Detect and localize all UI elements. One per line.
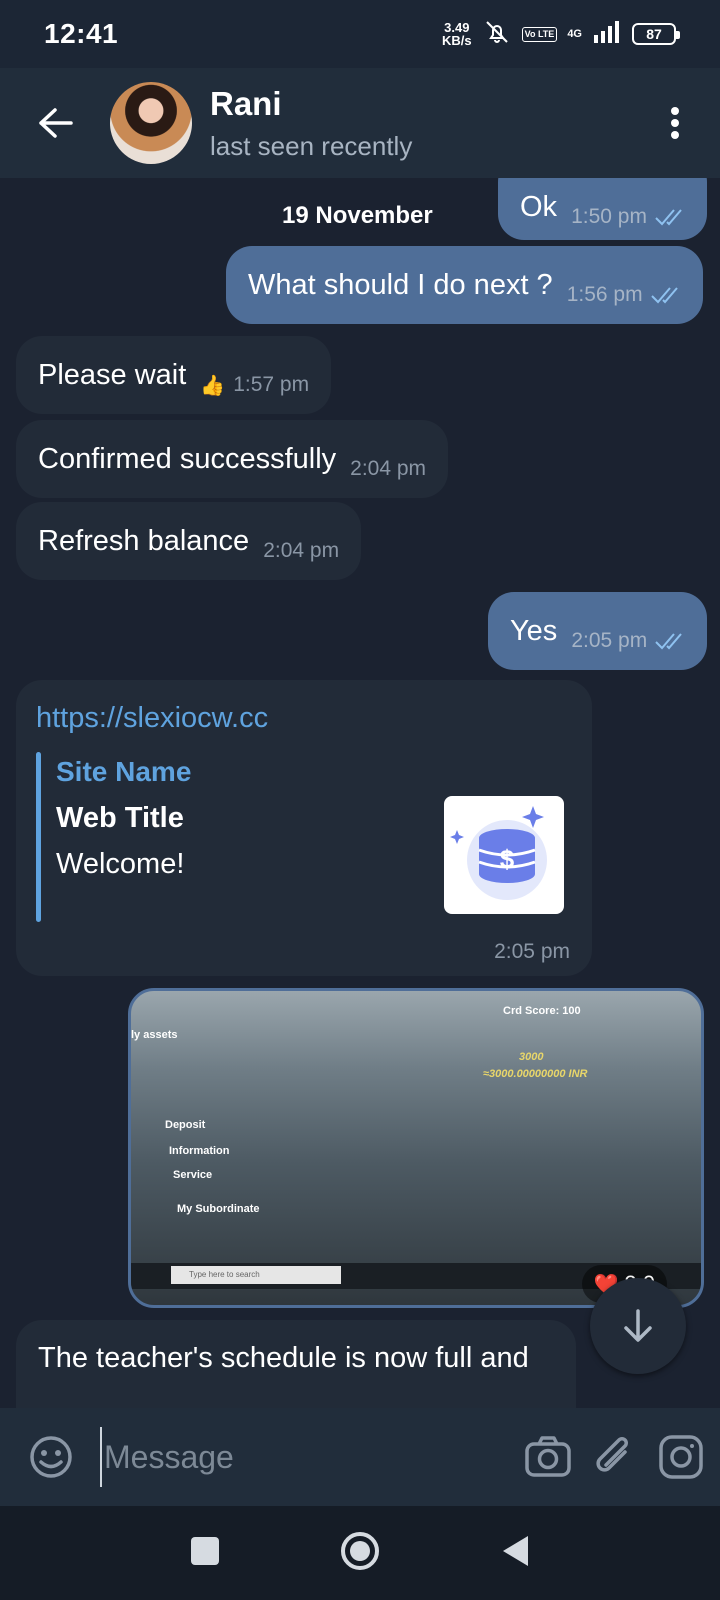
message-time: 1:56 pm bbox=[566, 283, 643, 306]
message-input-bar bbox=[0, 1408, 720, 1506]
message-link[interactable]: https://slexiocw.cc bbox=[36, 702, 268, 735]
reaction-thumbs-up-icon[interactable]: 👍 bbox=[200, 373, 225, 398]
message-text: Refresh balance bbox=[38, 524, 250, 557]
mute-icon bbox=[482, 19, 512, 50]
signal-icon bbox=[592, 20, 622, 48]
recents-button[interactable] bbox=[190, 1536, 220, 1571]
instagram-button[interactable] bbox=[658, 1429, 704, 1485]
message-input[interactable] bbox=[100, 1427, 524, 1487]
message-bubble[interactable]: Confirmed successfully 2:04 pm bbox=[16, 420, 449, 498]
more-vertical-icon bbox=[671, 107, 679, 139]
status-icons: 3.49 KB/s Vo LTE 4G 87 bbox=[442, 19, 680, 50]
read-ticks-icon bbox=[650, 287, 678, 304]
link-preview-message[interactable]: https://slexiocw.cc Site Name Web Title … bbox=[16, 680, 592, 976]
home-button[interactable] bbox=[340, 1531, 380, 1576]
emoji-icon bbox=[30, 1436, 72, 1478]
coin-stack-icon: $ bbox=[450, 806, 547, 900]
message-meta: 1:56 pm bbox=[567, 283, 681, 307]
triangle-back-icon bbox=[503, 1535, 528, 1566]
message-bubble[interactable]: The teacher's schedule is now full and bbox=[16, 1320, 576, 1408]
more-options-button[interactable] bbox=[630, 68, 720, 178]
message-bubble[interactable]: Ok 1:50 pm bbox=[498, 178, 707, 240]
paperclip-icon bbox=[596, 1437, 628, 1472]
message-bubble[interactable]: Please wait 👍 1:57 pm bbox=[16, 336, 332, 414]
system-nav-bar bbox=[0, 1506, 720, 1600]
message-text: What should I do next ? bbox=[248, 268, 553, 301]
message-time: 2:04 pm bbox=[263, 539, 340, 562]
network-type: 4G bbox=[567, 28, 582, 40]
square-icon bbox=[191, 1536, 219, 1565]
arrow-down-icon bbox=[624, 1309, 652, 1342]
instagram-icon bbox=[659, 1435, 703, 1479]
preview-description: Welcome! bbox=[56, 848, 185, 880]
volte-icon: Vo LTE bbox=[521, 26, 558, 42]
message-text: Please wait bbox=[38, 358, 187, 391]
emoji-button[interactable] bbox=[28, 1429, 74, 1485]
message-meta: 2:04 pm bbox=[350, 457, 426, 481]
back-button[interactable] bbox=[0, 68, 110, 178]
arrow-left-icon bbox=[39, 108, 73, 138]
contact-status: last seen recently bbox=[210, 130, 413, 161]
camera-icon bbox=[525, 1436, 571, 1477]
message-time: 1:57 pm bbox=[233, 373, 310, 396]
photo-message[interactable]: Crd Score: 100 ly assets 3000 ≈3000.0000… bbox=[128, 988, 704, 1308]
attach-button[interactable] bbox=[592, 1429, 636, 1485]
message-meta: 2:04 pm bbox=[263, 539, 339, 563]
message-bubble[interactable]: Yes 2:05 pm bbox=[488, 592, 708, 670]
message-bubble[interactable]: What should I do next ? 1:56 pm bbox=[226, 246, 703, 324]
message-time: 2:05 pm bbox=[571, 629, 648, 652]
status-time: 12:41 bbox=[44, 18, 119, 49]
message-meta: 👍 1:57 pm bbox=[200, 373, 309, 398]
read-ticks-icon bbox=[655, 633, 682, 650]
circle-icon bbox=[341, 1531, 379, 1570]
chat-header: Rani last seen recently bbox=[0, 68, 720, 178]
message-time: 2:04 pm bbox=[350, 457, 427, 480]
message-text: Ok bbox=[520, 190, 558, 223]
scroll-to-bottom-button[interactable] bbox=[590, 1278, 686, 1374]
date-separator: 19 November bbox=[282, 202, 433, 229]
message-meta: 1:50 pm bbox=[571, 205, 685, 229]
preview-thumbnail[interactable]: $ bbox=[444, 796, 564, 914]
svg-text:$: $ bbox=[500, 844, 515, 874]
battery-icon: 87 bbox=[632, 23, 680, 45]
message-text: Confirmed successfully bbox=[38, 442, 337, 475]
message-text: The teacher's schedule is now full and bbox=[38, 1342, 529, 1374]
message-time: 2:05 pm bbox=[494, 940, 570, 963]
preview-site-name: Site Name bbox=[56, 756, 192, 787]
chat-area[interactable]: Ok 1:50 pm 19 November What should I do … bbox=[0, 178, 720, 1408]
camera-button[interactable] bbox=[524, 1429, 572, 1485]
message-meta: 2:05 pm bbox=[571, 629, 685, 653]
preview-accent-bar bbox=[36, 752, 41, 922]
back-nav-button[interactable] bbox=[500, 1534, 530, 1573]
read-ticks-icon bbox=[655, 209, 682, 226]
message-time: 1:50 pm bbox=[571, 205, 647, 228]
status-bar: 12:41 3.49 KB/s Vo LTE 4G 87 bbox=[0, 0, 720, 68]
preview-title: Web Title bbox=[56, 802, 184, 834]
avatar[interactable] bbox=[110, 82, 192, 164]
message-bubble[interactable]: Refresh balance 2:04 pm bbox=[16, 502, 362, 580]
message-text: Yes bbox=[510, 614, 558, 647]
contact-name: Rani bbox=[210, 84, 282, 122]
contact-info[interactable]: Rani last seen recently bbox=[210, 85, 630, 162]
network-speed: 3.49 KB/s bbox=[442, 20, 472, 48]
